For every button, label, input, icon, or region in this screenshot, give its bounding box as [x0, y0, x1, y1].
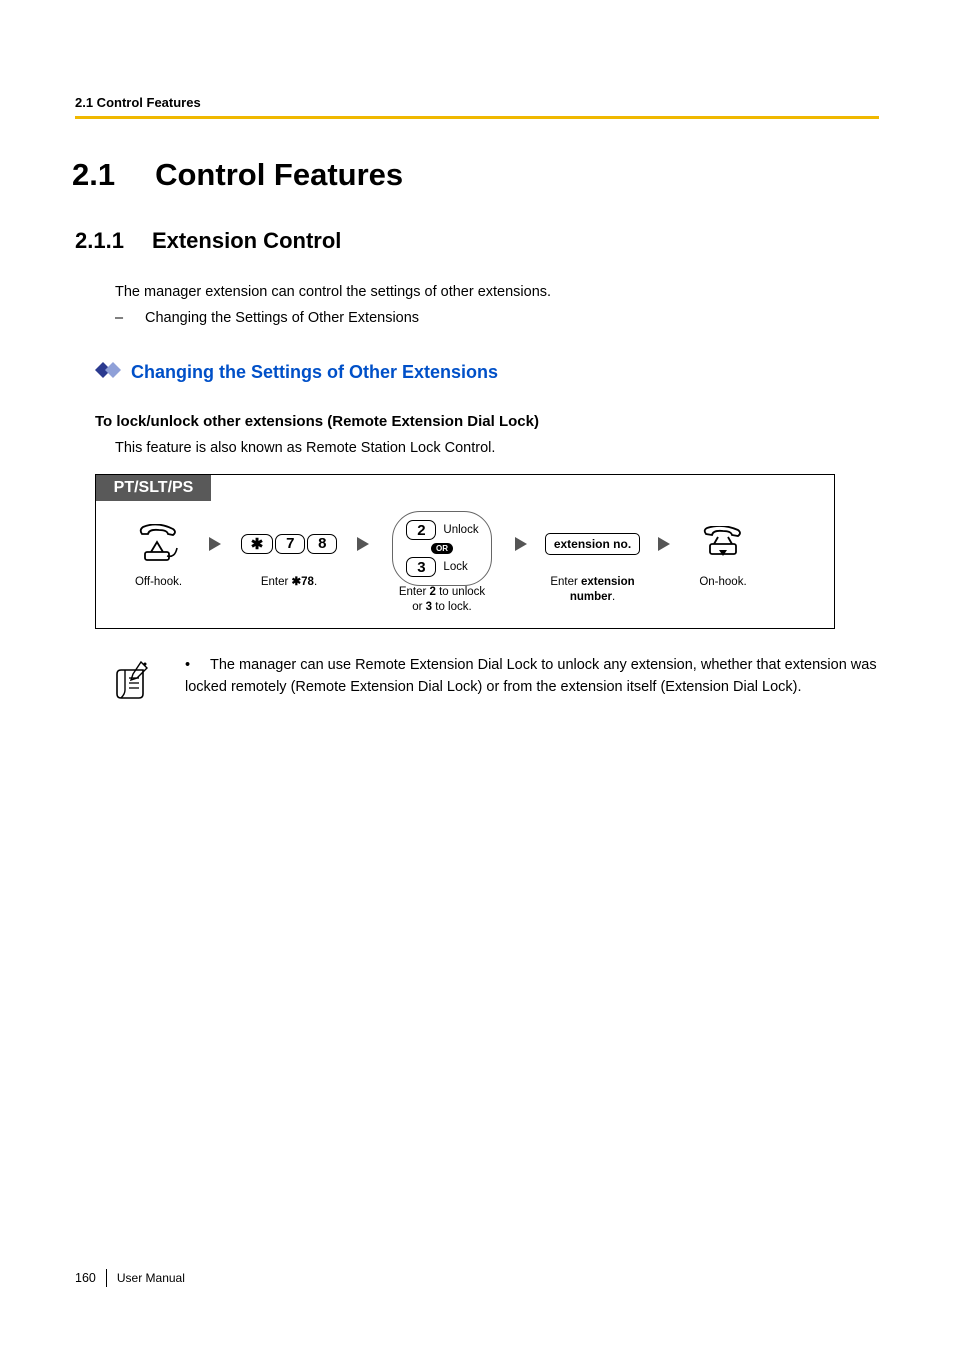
onhook-icon — [700, 519, 746, 569]
running-header: 2.1 Control Features — [75, 95, 879, 110]
section-title: Control Features — [155, 157, 403, 192]
doc-label: User Manual — [117, 1271, 185, 1285]
page-number: 160 — [75, 1271, 96, 1285]
ext-caption: Enter extensionnumber. — [550, 575, 634, 606]
bullet-text: Changing the Settings of Other Extension… — [145, 310, 419, 326]
subsection-heading: 2.1.1 Extension Control — [75, 228, 879, 254]
onhook-caption: On-hook. — [699, 575, 746, 591]
section-number: 2.1 — [72, 157, 115, 193]
unlock-lock-group: 2 Unlock OR 3 Lock — [392, 511, 491, 586]
arrow-icon — [650, 519, 678, 569]
procedure-description: This feature is also known as Remote Sta… — [115, 440, 879, 456]
key-7: 7 — [275, 534, 305, 554]
key-3: 3 — [406, 557, 436, 577]
note-text: •The manager can use Remote Extension Di… — [175, 654, 879, 707]
intro-text: The manager extension can control the se… — [115, 282, 879, 304]
offhook-icon — [137, 519, 181, 569]
arrow-icon — [507, 519, 535, 569]
extension-no-box: extension no. — [545, 533, 640, 555]
subsection-title: Extension Control — [152, 228, 341, 253]
offhook-caption: Off-hook. — [135, 575, 182, 591]
subsection-number: 2.1.1 — [75, 228, 124, 254]
key-2: 2 — [406, 520, 436, 540]
blue-subheading: Changing the Settings of Other Extension… — [131, 362, 498, 383]
diamond-icon — [95, 362, 121, 383]
arrow-icon — [349, 519, 377, 569]
key-star: ✱ — [241, 534, 274, 554]
or-badge: OR — [431, 543, 453, 554]
procedure-title: To lock/unlock other extensions (Remote … — [95, 413, 879, 430]
lock-label: Lock — [443, 561, 467, 573]
unlock-label: Unlock — [443, 524, 478, 536]
key-8: 8 — [307, 534, 337, 554]
bullet-list-item: –Changing the Settings of Other Extensio… — [115, 310, 879, 326]
section-heading: 2.1 Control Features — [72, 157, 879, 193]
procedure-box: PT/SLT/PS Off-hook. — [95, 474, 835, 629]
arrow-icon — [201, 519, 229, 569]
footer-divider — [106, 1269, 107, 1287]
procedure-tab: PT/SLT/PS — [96, 475, 211, 501]
note-icon — [115, 654, 175, 707]
dial-caption: Enter ✱78. — [261, 575, 317, 591]
page-footer: 160 User Manual — [75, 1269, 185, 1287]
lock-caption: Enter 2 to unlock or 3 to lock. — [399, 585, 485, 616]
header-rule — [75, 116, 879, 119]
dial-keys: ✱ 7 8 — [240, 534, 339, 554]
